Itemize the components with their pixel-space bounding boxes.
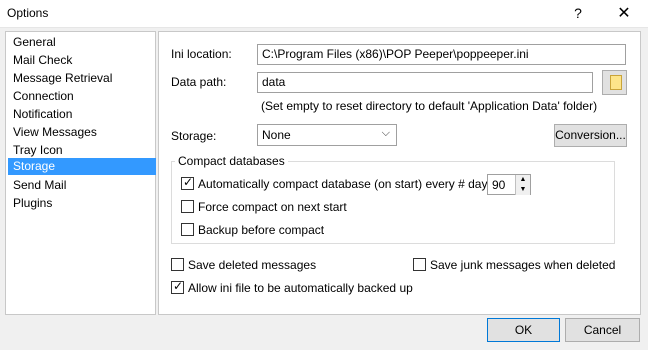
compact-days-spinner[interactable]: 90 ▲ ▼: [487, 174, 531, 195]
nav-item-connection[interactable]: Connection: [8, 88, 156, 105]
save-deleted-label: Save deleted messages: [188, 258, 317, 272]
compact-days-value: 90: [492, 178, 506, 192]
ini-location-field[interactable]: C:\Program Files (x86)\POP Peeper\poppee…: [257, 44, 626, 65]
auto-compact-label: Automatically compact database (on start…: [198, 177, 497, 191]
allow-backup-label: Allow ini file to be automatically backe…: [188, 281, 413, 295]
data-path-hint: (Set empty to reset directory to default…: [261, 99, 598, 113]
checkmark-icon: ✓: [183, 175, 194, 189]
title-separator: [0, 27, 648, 28]
storage-label: Storage:: [171, 129, 217, 143]
title-bar[interactable]: Options ? ✕: [0, 0, 648, 27]
close-button[interactable]: ✕: [604, 0, 644, 27]
nav-item-storage[interactable]: Storage: [8, 158, 156, 175]
force-compact-checkbox[interactable]: [181, 200, 194, 213]
browse-folder-button[interactable]: [602, 70, 627, 95]
compact-group-title: Compact databases: [175, 154, 288, 168]
storage-select[interactable]: None ⌵: [257, 124, 397, 146]
data-path-field[interactable]: data: [257, 72, 593, 93]
force-compact-label: Force compact on next start: [198, 200, 347, 214]
save-deleted-checkbox[interactable]: [171, 258, 184, 271]
data-path-label: Data path:: [171, 75, 227, 89]
category-list[interactable]: General Mail Check Message Retrieval Con…: [5, 31, 156, 315]
cancel-button[interactable]: Cancel: [565, 318, 640, 342]
window-title: Options: [7, 6, 49, 20]
storage-select-value: None: [262, 128, 291, 142]
auto-compact-checkbox[interactable]: ✓: [181, 175, 194, 190]
nav-item-message-retrieval[interactable]: Message Retrieval: [8, 70, 156, 87]
nav-item-tray-icon[interactable]: Tray Icon: [8, 142, 156, 159]
allow-backup-checkbox[interactable]: ✓: [171, 279, 184, 294]
save-junk-checkbox[interactable]: [413, 258, 426, 271]
nav-item-notification[interactable]: Notification: [8, 106, 156, 123]
checkmark-icon: ✓: [173, 279, 184, 293]
spin-down-icon[interactable]: ▼: [515, 185, 530, 195]
conversion-button[interactable]: Conversion...: [554, 124, 627, 147]
storage-panel: Ini location: C:\Program Files (x86)\POP…: [158, 31, 641, 315]
nav-item-view-messages[interactable]: View Messages: [8, 124, 156, 141]
nav-item-plugins[interactable]: Plugins: [8, 195, 156, 212]
save-junk-label: Save junk messages when deleted: [430, 258, 616, 272]
backup-compact-label: Backup before compact: [198, 223, 325, 237]
ini-location-label: Ini location:: [171, 47, 232, 61]
help-button[interactable]: ?: [567, 0, 589, 27]
folder-icon: [610, 75, 622, 90]
nav-item-general[interactable]: General: [8, 34, 156, 51]
nav-item-send-mail[interactable]: Send Mail: [8, 177, 156, 194]
nav-item-mail-check[interactable]: Mail Check: [8, 52, 156, 69]
chevron-down-icon: ⌵: [381, 127, 390, 139]
ok-button[interactable]: OK: [487, 318, 560, 342]
backup-compact-checkbox[interactable]: [181, 223, 194, 236]
